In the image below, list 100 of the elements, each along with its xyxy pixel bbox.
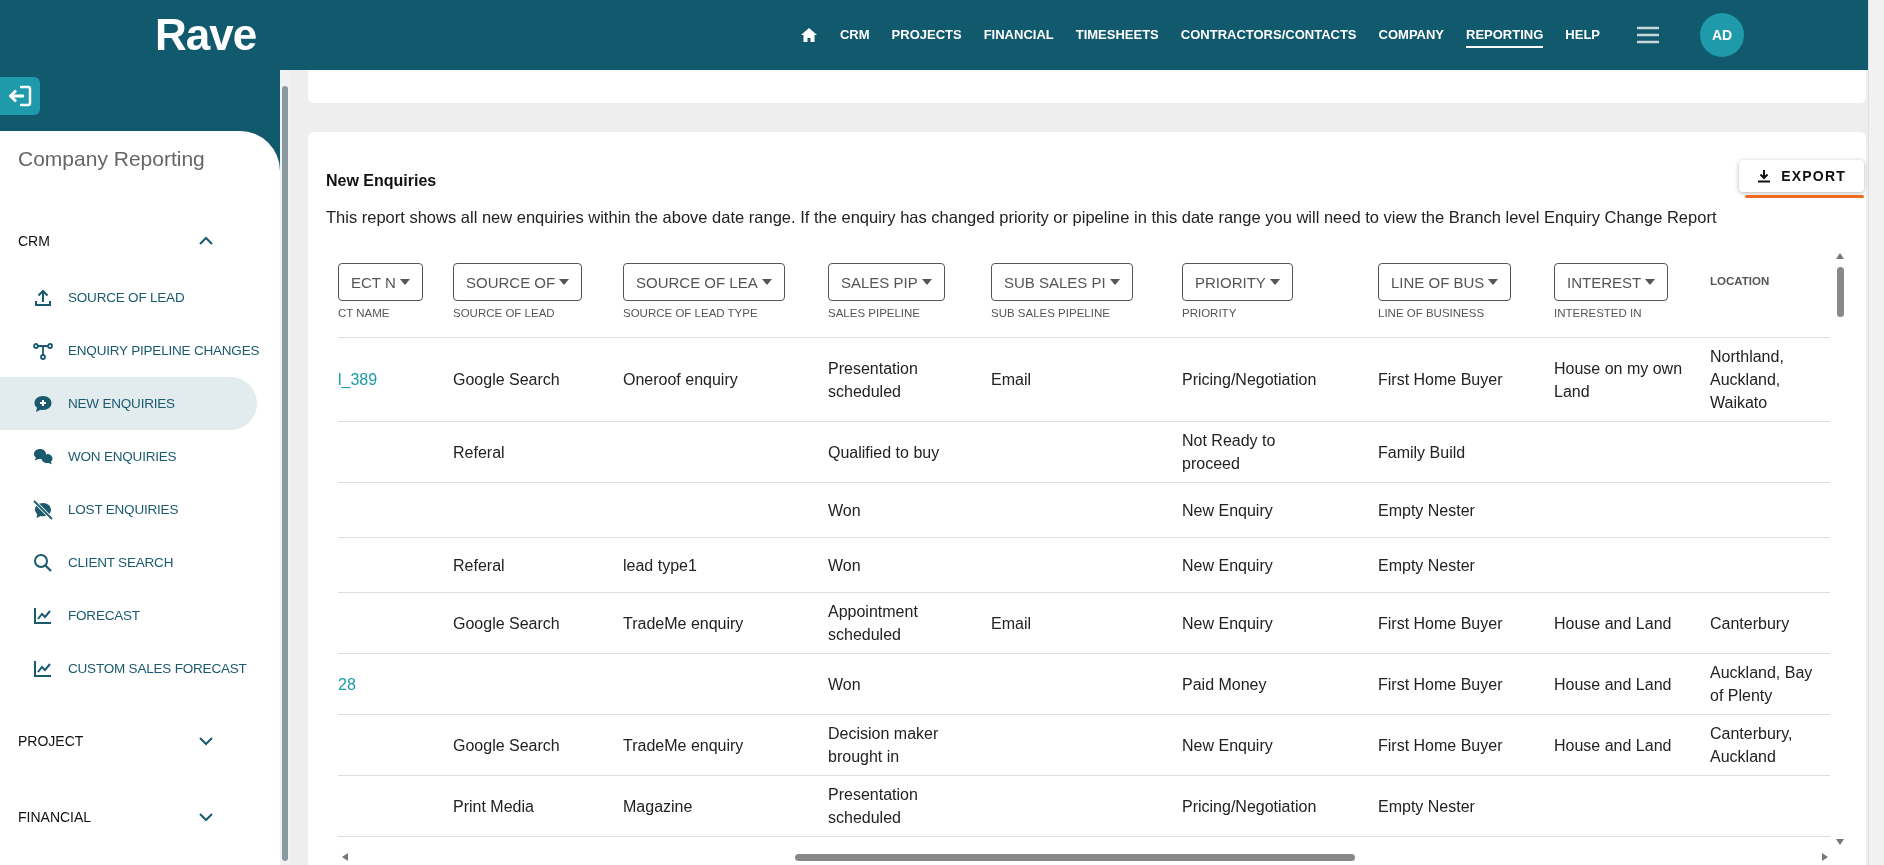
table-cell-text: Family Build	[1378, 442, 1466, 463]
caret-icon	[761, 279, 772, 285]
table-cell-text: Won	[828, 500, 861, 521]
column-header: LINE OF BUSINESS	[1378, 307, 1485, 319]
table-cell-text: Referal	[453, 555, 505, 576]
caret-icon	[559, 279, 570, 285]
table-cell-text: Pricing/Negotiation	[1182, 370, 1317, 390]
scroll-right-icon[interactable]	[1820, 852, 1830, 862]
scroll-left-icon[interactable]	[340, 852, 350, 862]
section-header[interactable]: CRM	[0, 211, 280, 271]
sidebar-item[interactable]: LOST ENQUIRIES	[0, 483, 257, 536]
table-cell-text: Referal	[453, 442, 505, 463]
logout-button[interactable]	[0, 77, 40, 115]
caret-icon	[399, 279, 410, 285]
sidebar-item[interactable]: ENQUIRY PIPELINE CHANGES	[0, 324, 272, 377]
table-cell-text: Oneroof enquiry	[623, 370, 738, 390]
sidebar-item[interactable]: SOURCE OF LEAD	[0, 271, 257, 324]
export-button[interactable]: EXPORT	[1739, 160, 1864, 192]
table-cell-text: Google Search	[453, 613, 560, 634]
filter-dropdown[interactable]: SALES PIP	[828, 263, 945, 301]
nav-link[interactable]: PROJECTS	[891, 22, 962, 48]
column-header: INTERESTED IN	[1554, 307, 1642, 319]
filter-dropdown[interactable]: SUB SALES PI	[991, 263, 1133, 301]
table-cell-text: New Enquiry	[1182, 555, 1273, 576]
chat-off-icon	[32, 498, 54, 521]
filter-dropdown[interactable]: PRIORITY	[1182, 263, 1293, 301]
sidebar-item[interactable]: CLIENT SEARCH	[0, 536, 257, 589]
report-title: New Enquiries	[326, 172, 437, 190]
column-header: PRIORITY	[1182, 307, 1237, 319]
chevron-down-icon	[198, 736, 214, 746]
table-cell-text: Pricing/Negotiation	[1182, 796, 1317, 817]
report-description: This report shows all new enquiries within the above date range. If the enquiry has changed priority or pipeline in this date range you will need to view the Branch level Enquiry Change Report	[326, 208, 1718, 227]
caret-icon	[1269, 279, 1280, 285]
table-cell-text: Won	[828, 555, 861, 576]
table-cell-text: lead type1	[623, 555, 697, 576]
scroll-down-icon[interactable]	[1835, 837, 1845, 847]
table-cell-text: Empty Nester	[1378, 500, 1475, 521]
filter-dropdown[interactable]: ECT N	[338, 263, 423, 301]
table-cell-text: House and Land	[1554, 613, 1672, 634]
table-cell-text: First Home Buyer	[1378, 613, 1503, 634]
table-cell-text: Canterbury, Auckland	[1710, 724, 1794, 767]
table-cell-text: Canterbury	[1710, 613, 1790, 634]
nav-link[interactable]: COMPANY	[1378, 22, 1445, 48]
column-header: CT NAME	[338, 307, 390, 319]
filter-dropdown[interactable]: LINE OF BUS	[1378, 263, 1512, 301]
nav-link[interactable]: CONTRACTORS/CONTACTS	[1180, 22, 1357, 48]
table-cell-text: Northland, Auckland, Waikato	[1710, 347, 1785, 413]
filter-dropdown[interactable]: SOURCE OF	[453, 263, 583, 301]
column-header: SOURCE OF LEAD	[453, 307, 555, 319]
column-header: SALES PIPELINE	[828, 307, 921, 319]
sidebar-item[interactable]: NEW ENQUIRIES	[0, 377, 257, 430]
filter-dropdown[interactable]: SOURCE OF LEA	[623, 263, 785, 301]
sidebar-title: Company Reporting	[17, 147, 206, 172]
table-cell-text: Google Search	[453, 735, 560, 756]
column-header: LOCATION	[1710, 275, 1770, 287]
caret-icon	[1109, 279, 1120, 285]
table-cell-text: Empty Nester	[1378, 555, 1475, 576]
caret-icon	[1488, 279, 1499, 285]
column-header: SUB SALES PIPELINE	[991, 307, 1110, 319]
section-header[interactable]: PROJECT	[0, 711, 280, 771]
table-cell-text: First Home Buyer	[1378, 370, 1503, 390]
column-header: SOURCE OF LEAD TYPE	[623, 307, 758, 319]
chevron-up-icon	[198, 236, 214, 246]
table-cell-text: Empty Nester	[1378, 796, 1475, 817]
caret-icon	[921, 279, 932, 285]
menu-icon[interactable]	[1636, 25, 1660, 45]
table-cell-text: TradeMe enquiry	[623, 735, 744, 756]
table-cell-text: Decision maker brought in	[828, 724, 940, 767]
table-cell-text: Presentation scheduled	[828, 785, 919, 828]
table-cell-text: House on my own Land	[1554, 358, 1684, 402]
caret-icon	[1645, 279, 1656, 285]
table-cell-text: House and Land	[1554, 735, 1672, 756]
table-cell-text: Auckland, Bay of Plenty	[1710, 663, 1814, 706]
table-cell-text: First Home Buyer	[1378, 674, 1503, 695]
home-icon[interactable]	[800, 27, 818, 43]
filter-dropdown[interactable]: INTEREST	[1554, 263, 1669, 301]
table-cell-text: Magazine	[623, 796, 693, 817]
table-cell-text: Won	[828, 674, 861, 695]
exit-icon	[7, 84, 33, 108]
download-icon	[1757, 169, 1772, 183]
nav-link[interactable]: TIMESHEETS	[1075, 22, 1159, 48]
section-header[interactable]: FINANCIAL	[0, 787, 280, 847]
table-cell-text: Email	[991, 370, 1031, 390]
nav-link[interactable]: CRM	[840, 22, 870, 48]
table-cell-text: Presentation scheduled	[828, 358, 919, 402]
table-cell-text: Appointment scheduled	[828, 602, 919, 645]
nav-link[interactable]: FINANCIAL	[983, 22, 1054, 48]
table-cell-text: House and Land	[1554, 674, 1672, 695]
sidebar-item[interactable]: CUSTOM SALES FORECAST	[0, 642, 259, 695]
chevron-down-icon	[198, 812, 214, 822]
table-cell-text: New Enquiry	[1182, 613, 1273, 634]
table-cell-text: Email	[991, 613, 1031, 634]
nav-link[interactable]: REPORTING	[1466, 22, 1544, 48]
table-cell-text: New Enquiry	[1182, 735, 1273, 756]
nav-link[interactable]: HELP	[1565, 22, 1600, 48]
table-cell-text: Paid Money	[1182, 674, 1267, 695]
scroll-up-icon[interactable]	[1835, 251, 1845, 261]
table-cell-text: First Home Buyer	[1378, 735, 1503, 756]
sidebar-item[interactable]: WON ENQUIRIES	[0, 430, 257, 483]
sidebar-item[interactable]: FORECAST	[0, 589, 257, 642]
